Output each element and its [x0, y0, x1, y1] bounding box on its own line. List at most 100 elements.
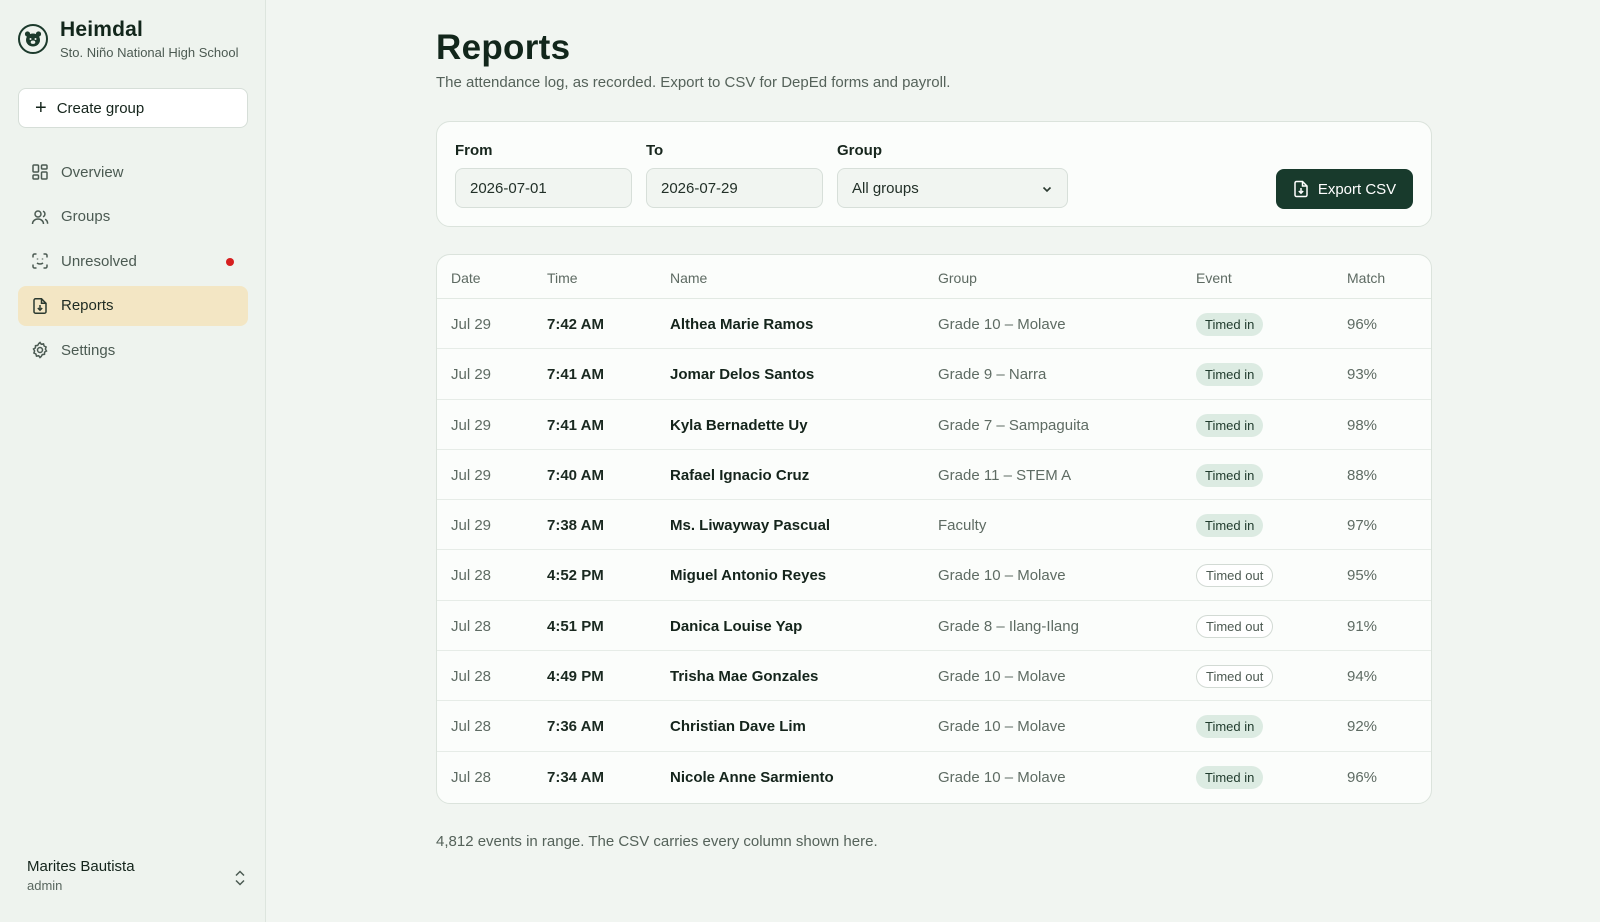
event-badge: Timed out — [1196, 665, 1274, 689]
sidebar-item-overview[interactable]: Overview — [18, 152, 248, 192]
brand: Heimdal Sto. Niño National High School — [18, 18, 239, 60]
attendance-table: Date Time Name Group Event Match Jul 29 7… — [436, 254, 1432, 804]
event-badge: Timed in — [1196, 363, 1264, 387]
event-badge: Timed in — [1196, 463, 1264, 487]
sidebar-nav: Overview Groups Unresolved Reports Setti… — [18, 152, 248, 375]
table-row[interactable]: Jul 29 7:41 AM Kyla Bernadette Uy Grade 7 –… — [437, 400, 1431, 450]
name-cell: Jomar Delos Santos — [670, 366, 815, 384]
date-cell: Jul 29 — [451, 466, 492, 484]
date-cell: Jul 28 — [451, 768, 492, 786]
table-row[interactable]: Jul 28 4:49 PM Trisha Mae Gonzales Grade 10… — [437, 651, 1431, 702]
page-title: Reports — [436, 28, 571, 67]
name-cell: Nicole Anne Sarmiento — [670, 768, 834, 786]
date-cell: Jul 28 — [451, 567, 492, 585]
to-field: To 2026-07-29 — [646, 142, 823, 208]
chevron-down-icon — [1042, 186, 1052, 193]
column-header[interactable]: Time — [547, 270, 578, 286]
name-cell: Miguel Antonio Reyes — [670, 567, 827, 585]
sidebar-item-label: Overview — [61, 163, 124, 181]
sidebar-item-settings[interactable]: Settings — [18, 330, 248, 370]
time-cell: 7:36 AM — [547, 718, 604, 736]
table-row[interactable]: Jul 28 4:51 PM Danica Louise Yap Grade 8 – … — [437, 601, 1431, 652]
group-select-value: All groups — [852, 179, 919, 197]
app-name: Heimdal — [60, 18, 144, 41]
create-group-button[interactable]: + Create group — [18, 88, 248, 128]
column-header[interactable]: Name — [670, 270, 707, 286]
from-field: From 2026-07-01 — [455, 142, 632, 208]
chevron-updown-icon[interactable] — [233, 868, 247, 888]
match-cell: 95% — [1347, 567, 1378, 585]
date-cell: Jul 29 — [451, 416, 492, 434]
time-cell: 7:41 AM — [547, 416, 604, 434]
group-field: Group All groups — [837, 142, 1068, 208]
time-cell: 7:42 AM — [547, 316, 604, 333]
time-cell: 7:40 AM — [547, 466, 604, 484]
user-role: admin — [27, 878, 63, 893]
create-group-label: Create group — [56, 99, 145, 117]
to-date-input[interactable]: 2026-07-29 — [646, 168, 823, 208]
table-header: Date Time Name Group Event Match — [437, 255, 1431, 299]
table-row[interactable]: Jul 29 7:38 AM Ms. Liwayway Pascual Faculty… — [437, 500, 1431, 551]
column-header[interactable]: Group — [938, 270, 977, 286]
from-label: From — [455, 142, 493, 159]
face-scan-icon — [32, 253, 48, 269]
column-header[interactable]: Match — [1347, 270, 1385, 286]
match-cell: 94% — [1347, 668, 1378, 686]
file-download-icon — [1294, 180, 1308, 198]
filter-bar: From 2026-07-01 To 2026-07-29 Group All … — [436, 121, 1432, 227]
time-cell: 7:38 AM — [547, 517, 604, 535]
group-cell: Grade 10 – Molave — [938, 768, 1066, 786]
time-cell: 7:34 AM — [547, 768, 604, 786]
name-cell: Christian Dave Lim — [670, 718, 806, 736]
name-cell: Rafael Ignacio Cruz — [670, 466, 810, 484]
group-cell: Grade 7 – Sampaguita — [938, 416, 1089, 434]
time-cell: 7:41 AM — [547, 366, 604, 384]
events-summary: 4,812 events in range. The CSV carries e… — [436, 833, 878, 850]
date-cell: Jul 29 — [451, 316, 492, 333]
export-csv-button[interactable]: Export CSV — [1276, 169, 1413, 209]
plus-icon: + — [35, 97, 47, 119]
date-cell: Jul 28 — [451, 718, 492, 736]
match-cell: 88% — [1347, 466, 1378, 484]
date-cell: Jul 29 — [451, 366, 492, 384]
sidebar-item-label: Settings — [61, 341, 116, 359]
sidebar-item-groups[interactable]: Groups — [18, 197, 248, 237]
column-header[interactable]: Date — [451, 270, 481, 286]
school-name: Sto. Niño National High School — [60, 45, 239, 60]
date-cell: Jul 29 — [451, 517, 492, 535]
name-cell: Ms. Liwayway Pascual — [670, 517, 831, 535]
user-menu[interactable]: Marites Bautista admin — [27, 858, 247, 893]
to-label: To — [646, 142, 664, 159]
match-cell: 92% — [1347, 718, 1378, 736]
event-badge: Timed out — [1196, 564, 1274, 588]
group-select[interactable]: All groups — [837, 168, 1068, 208]
name-cell: Kyla Bernadette Uy — [670, 416, 808, 434]
alert-dot — [226, 258, 234, 266]
name-cell: Danica Louise Yap — [670, 617, 803, 635]
sidebar-item-unresolved[interactable]: Unresolved — [18, 241, 248, 281]
table-row[interactable]: Jul 29 7:42 AM Althea Marie Ramos Grade 10 … — [437, 299, 1431, 350]
group-cell: Grade 10 – Molave — [938, 567, 1066, 585]
table-row[interactable]: Jul 28 7:34 AM Nicole Anne Sarmiento Grade … — [437, 752, 1431, 802]
from-date-input[interactable]: 2026-07-01 — [455, 168, 632, 208]
match-cell: 97% — [1347, 517, 1378, 535]
page-subtitle: The attendance log, as recorded. Export … — [436, 74, 951, 91]
export-csv-label: Export CSV — [1317, 180, 1397, 198]
table-row[interactable]: Jul 29 7:40 AM Rafael Ignacio Cruz Grade 11… — [437, 450, 1431, 501]
table-body: Jul 29 7:42 AM Althea Marie Ramos Grade 10 … — [437, 299, 1431, 802]
table-row[interactable]: Jul 29 7:41 AM Jomar Delos Santos Grade 9 –… — [437, 349, 1431, 400]
event-badge: Timed in — [1196, 313, 1264, 336]
match-cell: 93% — [1347, 366, 1378, 384]
user-name: Marites Bautista — [27, 858, 135, 875]
file-download-icon — [33, 297, 47, 314]
column-header[interactable]: Event — [1196, 270, 1232, 286]
sidebar-item-reports[interactable]: Reports — [18, 285, 248, 326]
bear-logo-icon — [18, 24, 48, 54]
sidebar-item-label: Unresolved — [61, 252, 137, 270]
match-cell: 98% — [1347, 416, 1378, 434]
event-badge: Timed out — [1196, 614, 1274, 638]
time-cell: 4:49 PM — [547, 668, 604, 686]
event-badge: Timed in — [1196, 514, 1264, 538]
table-row[interactable]: Jul 28 4:52 PM Miguel Antonio Reyes Grade 1… — [437, 550, 1431, 601]
table-row[interactable]: Jul 28 7:36 AM Christian Dave Lim Grade 10 … — [437, 701, 1431, 752]
